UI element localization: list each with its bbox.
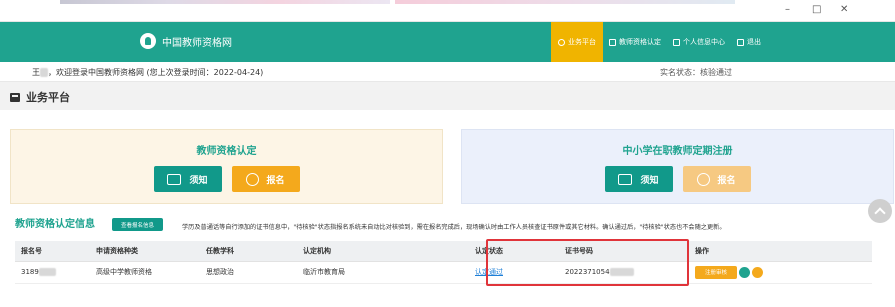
blurred-tabs-2	[395, 0, 735, 4]
user-name: 王	[32, 68, 40, 77]
col-org: 认定机构	[297, 241, 469, 262]
apply-icon	[697, 172, 711, 186]
apply-button[interactable]: 报名	[231, 166, 300, 192]
apply-button[interactable]: 报名	[682, 166, 751, 192]
operation-cell: 注册审核	[689, 261, 872, 284]
notice-icon	[618, 173, 633, 185]
card-title: 教师资格认定	[196, 146, 257, 157]
notice-button[interactable]: 须知	[153, 166, 222, 192]
masked-name: **	[40, 68, 48, 77]
nav-item-teacher-cert[interactable]: 教师资格认定	[603, 22, 667, 62]
masked-reg-no: *****	[38, 268, 57, 276]
highlight-box	[486, 239, 689, 286]
table-header-row: 报名号 申请资格种类 任教学科 认定机构 认定状态 证书号码 操作	[15, 241, 872, 262]
site-logo[interactable]: 中国教师资格网	[140, 33, 232, 49]
welcome-bar: 王**，欢迎登录中国教师资格网 (您上次登录时间：2022-04-24) 实名状…	[0, 62, 895, 82]
col-subject: 任教学科	[200, 241, 297, 262]
apply-label: 报名	[266, 175, 285, 186]
logo-icon	[140, 33, 156, 49]
site-title: 中国教师资格网	[162, 37, 232, 49]
view-registration-button[interactable]: 查看报名信息	[112, 218, 163, 231]
page-title-text: 业务平台	[26, 91, 70, 104]
nav-item-personal-center[interactable]: 个人信息中心	[667, 22, 731, 62]
card-title: 中小学在职教师定期注册	[622, 146, 733, 157]
notice-button[interactable]: 须知	[604, 166, 673, 192]
nav-item-logout[interactable]: 退出	[731, 22, 767, 62]
logout-icon	[737, 38, 744, 46]
notice-label: 须知	[189, 175, 208, 186]
page-title: 业务平台	[10, 89, 70, 105]
blurred-tabs	[60, 0, 390, 4]
nav-label: 个人信息中心	[683, 38, 725, 46]
notice-icon	[167, 173, 182, 185]
scroll-to-top-button[interactable]	[868, 199, 892, 223]
verification-status: 实名状态：核验通过	[660, 68, 732, 77]
notice-label: 须知	[640, 175, 659, 186]
welcome-text: 王**，欢迎登录中国教师资格网 (您上次登录时间：2022-04-24)	[32, 67, 263, 78]
info-note: 学历及普通话等自行添加的证书信息中，"待核验"状态指报名系统未自动比对核验到，需…	[182, 224, 726, 231]
site-header: 中国教师资格网 业务平台 教师资格认定 个人信息中心 退出	[0, 22, 895, 62]
register-review-button[interactable]: 注册审核	[695, 265, 737, 279]
card-teacher-cert: 教师资格认定 须知 报名	[10, 129, 443, 204]
welcome-message: ，欢迎登录中国教师资格网 (您上次登录时间：2022-04-24)	[48, 68, 264, 77]
qual-type-cell: 高级中学教师资格	[90, 261, 200, 284]
col-operation: 操作	[689, 241, 872, 262]
nav-label: 业务平台	[568, 38, 596, 46]
col-reg-no: 报名号	[15, 241, 90, 262]
view-icon[interactable]	[739, 266, 750, 278]
org-cell: 临沂市教育局	[297, 261, 469, 284]
table-row: 3189***** 高级中学教师资格 思想政治 临沂市教育局 认定通过 2022…	[15, 261, 872, 284]
nav-item-business-platform[interactable]: 业务平台	[551, 22, 603, 62]
subject-cell: 思想政治	[200, 261, 297, 284]
nav-label: 退出	[747, 38, 761, 46]
monitor-icon	[609, 38, 616, 46]
col-qual-type: 申请资格种类	[90, 241, 200, 262]
reg-no: 3189	[21, 268, 39, 276]
card-buttons: 须知 报名	[462, 166, 893, 192]
home-icon	[558, 38, 565, 46]
minimize-button[interactable]: –	[785, 4, 790, 15]
reg-no-cell: 3189*****	[15, 261, 90, 284]
operation-group: 注册审核	[695, 265, 872, 279]
print-icon[interactable]	[752, 266, 763, 278]
apply-label: 报名	[717, 175, 736, 186]
card-buttons: 须知 报名	[11, 166, 442, 192]
main-nav: 业务平台 教师资格认定 个人信息中心 退出	[551, 22, 767, 62]
apply-icon	[246, 172, 260, 186]
browser-tab-strip: – □ ✕	[0, 0, 895, 22]
close-button[interactable]: ✕	[840, 4, 848, 15]
nav-label: 教师资格认定	[619, 38, 661, 46]
info-title: 教师资格认定信息	[15, 219, 95, 230]
briefcase-icon	[10, 92, 20, 102]
card-periodic-registration: 中小学在职教师定期注册 须知 报名	[461, 129, 894, 204]
cert-table: 报名号 申请资格种类 任教学科 认定机构 认定状态 证书号码 操作 3189**…	[15, 241, 872, 284]
maximize-button[interactable]: □	[812, 4, 821, 15]
user-icon	[673, 38, 680, 46]
